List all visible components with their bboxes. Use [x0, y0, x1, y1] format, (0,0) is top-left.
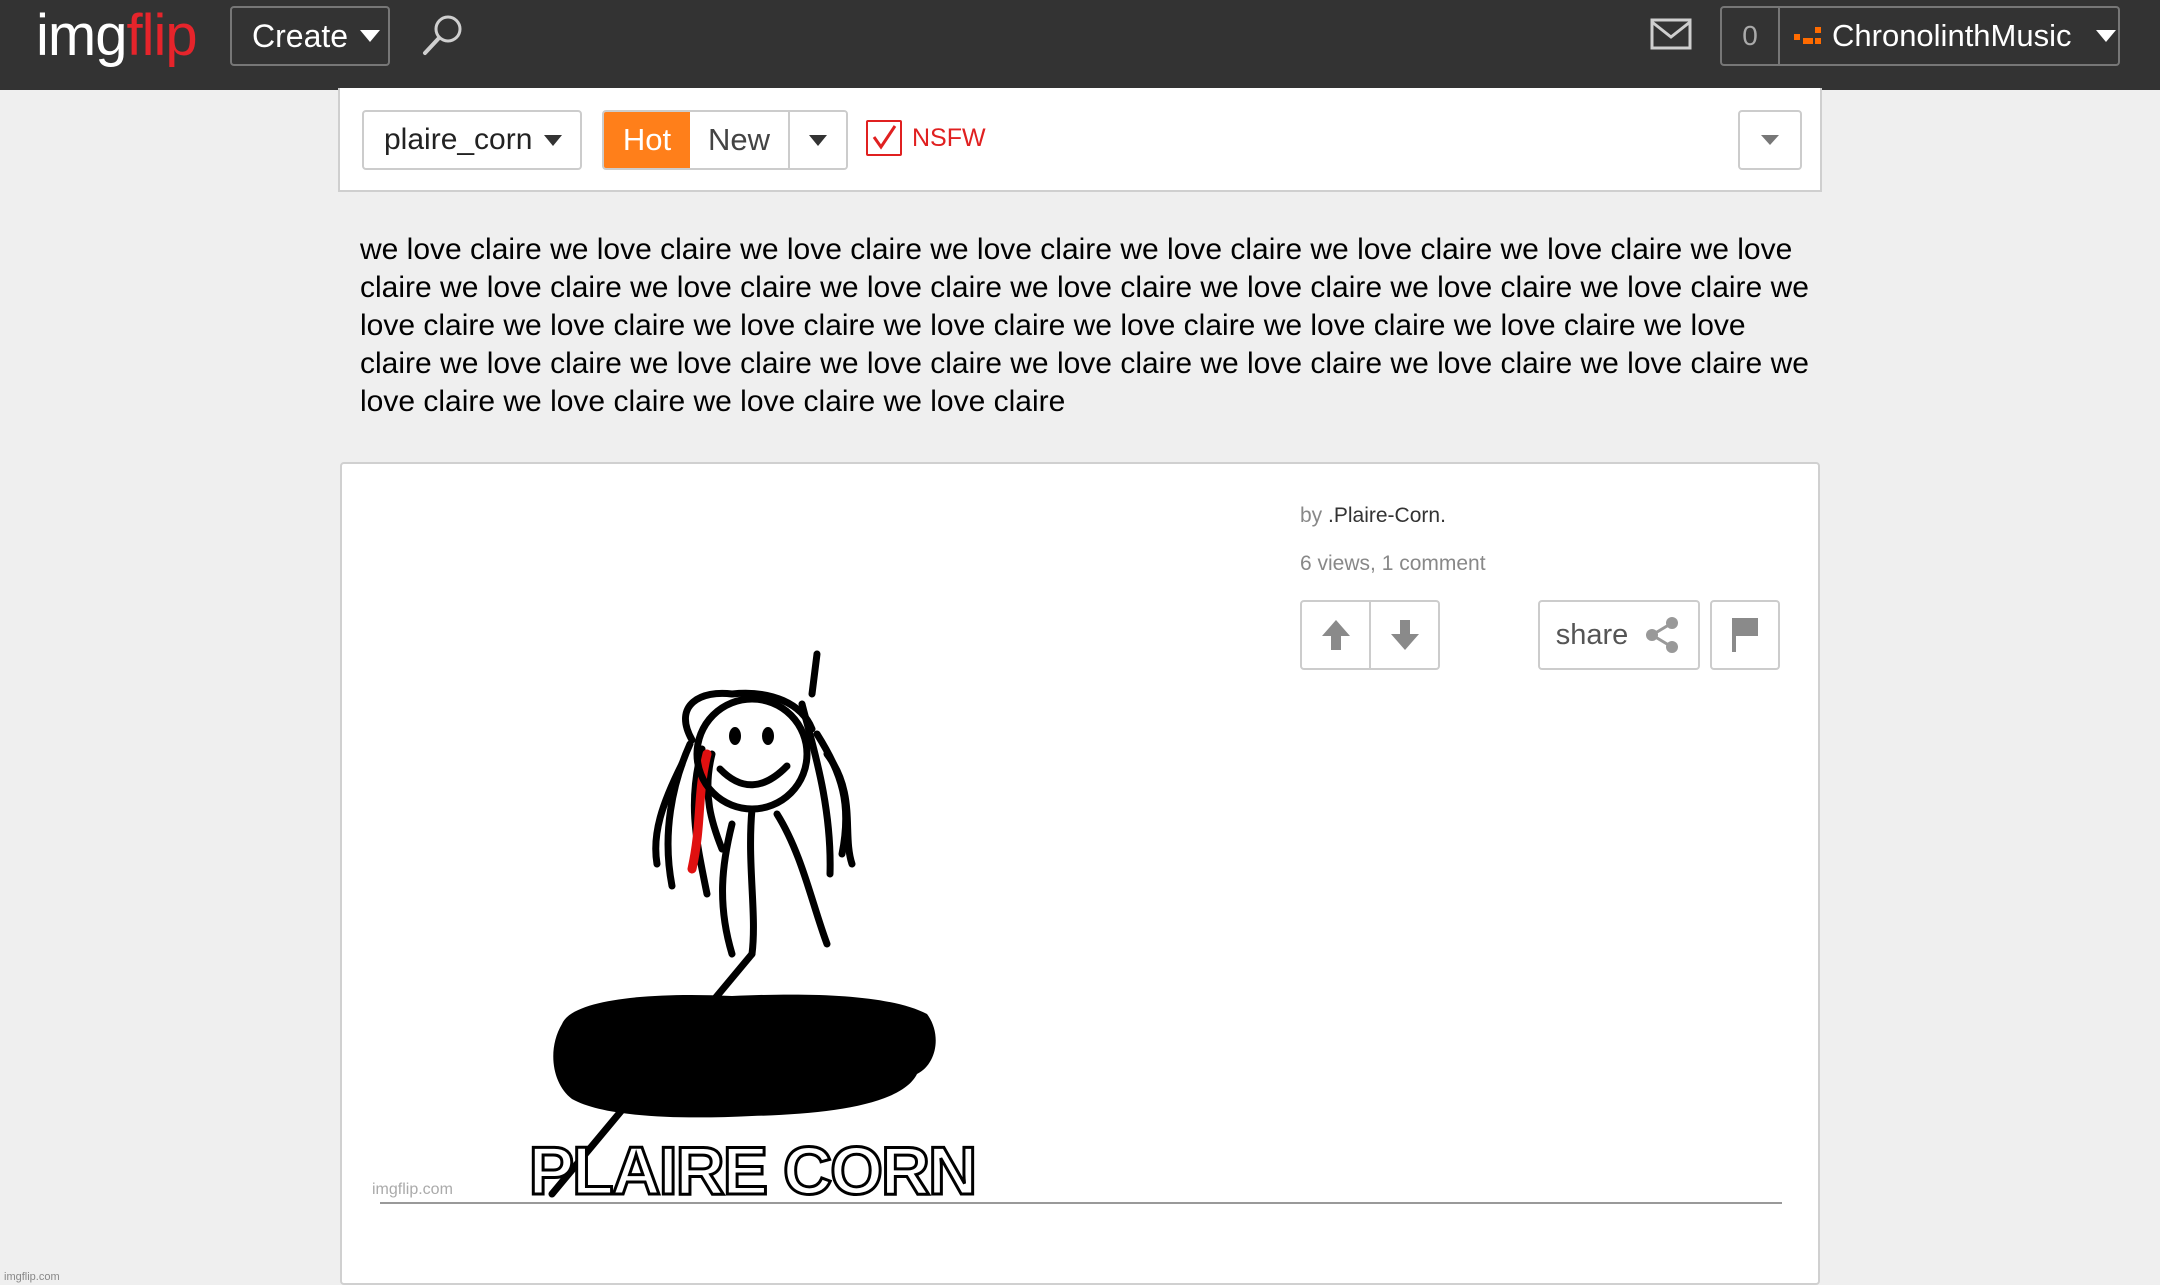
share-icon [1646, 617, 1679, 653]
chevron-down-icon [360, 30, 381, 42]
sort-hot-button[interactable]: Hot [604, 112, 690, 168]
author-link[interactable]: .Plaire-Corn. [1328, 504, 1446, 527]
filter-bar: plaire_corn Hot New NSFW [338, 88, 1822, 192]
upvote-button[interactable] [1302, 602, 1369, 668]
create-button[interactable]: Create [230, 6, 390, 66]
create-label: Create [252, 17, 349, 54]
report-button[interactable] [1710, 600, 1780, 670]
logo-text-img: img [36, 3, 127, 68]
downvote-button[interactable] [1369, 602, 1438, 668]
chevron-down-icon [1761, 135, 1779, 145]
chevron-down-icon [2095, 30, 2116, 42]
nsfw-label: NSFW [912, 123, 986, 152]
user-avatar-icon [1794, 25, 1822, 47]
image-watermark: imgflip.com [372, 1181, 453, 1198]
comments-divider [380, 1202, 1782, 1204]
arrow-up-icon [1321, 620, 1350, 650]
post-meta: by .Plaire-Corn. 6 views, 1 comment [1300, 504, 1486, 576]
stream-select[interactable]: plaire_corn [362, 110, 582, 170]
search-icon[interactable] [420, 12, 466, 58]
page-watermark: imgflip.com [4, 1271, 60, 1283]
share-button[interactable]: share [1538, 600, 1700, 670]
sort-more-button[interactable] [790, 112, 846, 168]
meme-caption: PLAIRE CORN [529, 1133, 975, 1209]
sort-new-button[interactable]: New [690, 112, 790, 168]
post-stats: 6 views, 1 comment [1300, 552, 1486, 575]
arrow-down-icon [1390, 620, 1419, 650]
imgflip-logo[interactable]: imgflip [36, 3, 198, 68]
post-byline: by .Plaire-Corn. [1300, 504, 1486, 528]
check-icon [872, 125, 897, 150]
post-card: PLAIRE CORN imgflip.com by .Plaire-Corn.… [340, 462, 1820, 1285]
vote-buttons [1300, 600, 1440, 670]
stream-name: plaire_corn [384, 123, 533, 156]
mail-icon[interactable] [1650, 18, 1692, 50]
logo-text-flip: flip [126, 3, 197, 68]
user-menu-toggle[interactable]: ChronolinthMusic [1780, 8, 2118, 64]
nsfw-toggle[interactable]: NSFW [866, 120, 986, 156]
stream-description: we love claire we love claire we love cl… [360, 233, 1809, 418]
user-menu[interactable]: 0 ChronolinthMusic [1720, 6, 2120, 66]
share-label: share [1555, 618, 1629, 651]
flag-icon [1732, 618, 1758, 652]
sort-toggle: Hot New [602, 110, 848, 170]
by-prefix: by [1300, 504, 1323, 527]
chevron-down-icon [809, 134, 827, 146]
top-nav-bar: imgflip Create 0 ChronolinthMusic [0, 0, 2160, 90]
points-count: 0 [1722, 8, 1780, 64]
nsfw-checkbox[interactable] [866, 120, 902, 156]
username: ChronolinthMusic [1832, 18, 2072, 53]
chevron-down-icon [544, 134, 563, 146]
meme-image[interactable]: PLAIRE CORN imgflip.com [372, 504, 1072, 1214]
filter-options-button[interactable] [1738, 110, 1802, 170]
